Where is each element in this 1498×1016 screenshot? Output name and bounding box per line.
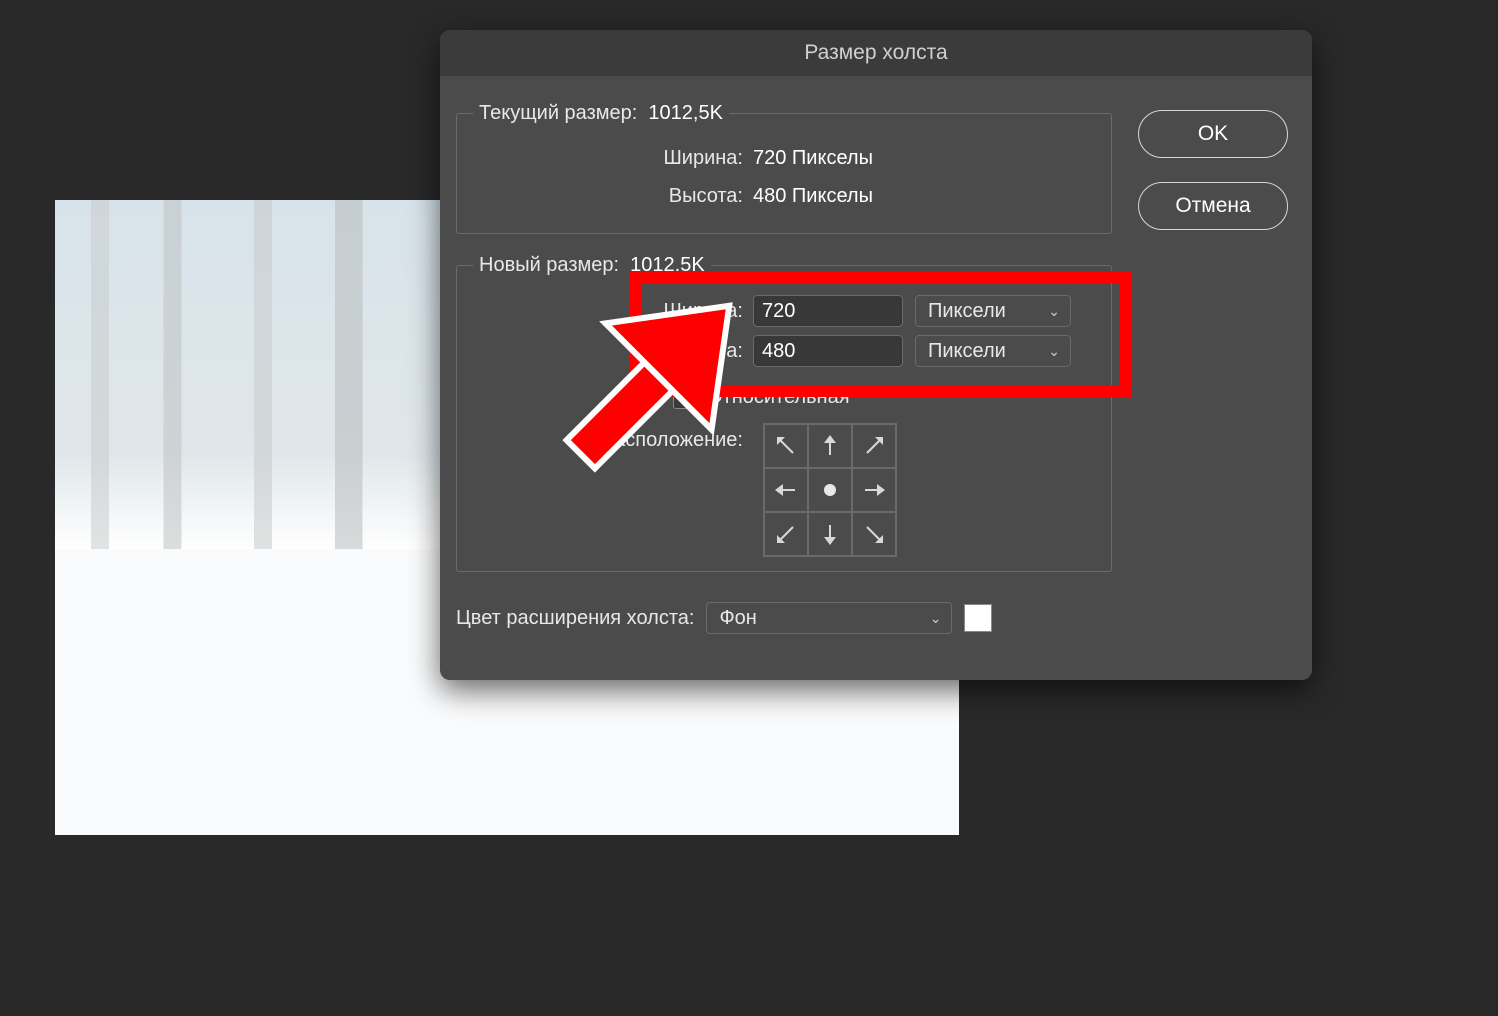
anchor-top[interactable] [808, 424, 852, 468]
current-height-label: Высота: [473, 185, 753, 208]
current-height-value: 480 Пикселы [753, 185, 873, 208]
current-size-legend-label: Текущий размер: [479, 102, 637, 124]
current-width-value: 720 Пикселы [753, 147, 873, 170]
current-size-legend: Текущий размер: 1012,5K [473, 102, 729, 125]
extension-color-select[interactable]: Фон ⌄ [706, 602, 952, 634]
chevron-down-icon: ⌄ [1048, 343, 1060, 360]
anchor-grid [763, 423, 897, 557]
current-size-legend-value: 1012,5K [648, 102, 723, 124]
extension-color-swatch[interactable] [964, 604, 992, 632]
cancel-button[interactable]: Отмена [1138, 182, 1288, 230]
canvas-size-dialog: Размер холста Текущий размер: 1012,5K Ши… [440, 30, 1312, 680]
anchor-bottom[interactable] [808, 512, 852, 556]
new-height-label: Высота: [473, 340, 753, 363]
extension-color-value: Фон [719, 607, 756, 630]
dialog-title: Размер холста [440, 30, 1312, 76]
new-size-legend-label: Новый размер: [479, 254, 619, 276]
ok-button[interactable]: OK [1138, 110, 1288, 158]
chevron-down-icon: ⌄ [930, 610, 942, 627]
extension-color-label: Цвет расширения холста: [456, 607, 694, 630]
relative-label: Относительная [707, 386, 850, 409]
new-size-panel: Новый размер: 1012,5K Ширина: Пиксели ⌄ … [456, 254, 1112, 572]
anchor-top-right[interactable] [852, 424, 896, 468]
new-size-legend: Новый размер: 1012,5K [473, 254, 711, 277]
anchor-left[interactable] [764, 468, 808, 512]
anchor-center[interactable] [808, 468, 852, 512]
anchor-bottom-left[interactable] [764, 512, 808, 556]
new-size-legend-value: 1012,5K [630, 254, 705, 276]
chevron-down-icon: ⌄ [1048, 303, 1060, 320]
new-width-unit-select[interactable]: Пиксели ⌄ [915, 295, 1071, 327]
new-height-unit-select[interactable]: Пиксели ⌄ [915, 335, 1071, 367]
anchor-right[interactable] [852, 468, 896, 512]
new-height-unit-value: Пиксели [928, 340, 1006, 363]
anchor-label: Расположение: [473, 423, 753, 452]
annotation-highlight-box [629, 271, 1131, 397]
new-height-input[interactable] [753, 335, 903, 367]
new-width-label: Ширина: [473, 300, 753, 323]
relative-checkbox[interactable] [673, 385, 697, 409]
anchor-top-left[interactable] [764, 424, 808, 468]
current-width-label: Ширина: [473, 147, 753, 170]
dialog-body: Текущий размер: 1012,5K Ширина: 720 Пикс… [456, 102, 1112, 664]
anchor-bottom-right[interactable] [852, 512, 896, 556]
new-width-input[interactable] [753, 295, 903, 327]
new-width-unit-value: Пиксели [928, 300, 1006, 323]
dialog-side-buttons: OK Отмена [1138, 110, 1288, 230]
current-size-panel: Текущий размер: 1012,5K Ширина: 720 Пикс… [456, 102, 1112, 234]
